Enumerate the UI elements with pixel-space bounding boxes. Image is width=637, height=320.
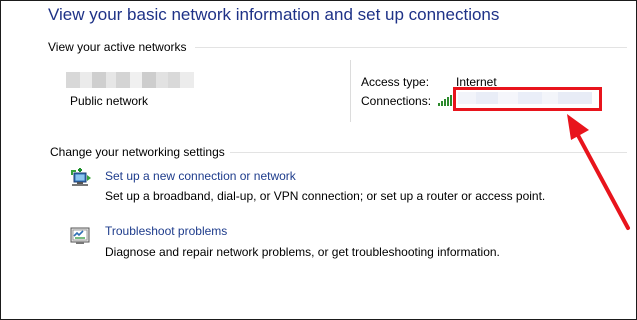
annotation-highlight-box — [453, 87, 602, 111]
troubleshoot-icon — [68, 224, 92, 248]
networking-settings-heading: Change your networking settings — [50, 145, 225, 159]
wifi-signal-icon — [438, 95, 452, 106]
network-category: Public network — [70, 94, 149, 108]
connections-label: Connections: — [361, 94, 432, 108]
troubleshoot-link[interactable]: Troubleshoot problems — [105, 224, 227, 238]
troubleshoot-description: Diagnose and repair network problems, or… — [105, 245, 500, 259]
vertical-divider — [350, 60, 351, 122]
setup-connection-description: Set up a broadband, dial-up, or VPN conn… — [105, 189, 546, 203]
setup-connection-link[interactable]: Set up a new connection or network — [105, 169, 296, 183]
section-divider — [195, 47, 627, 48]
network-connection-icon — [68, 167, 92, 191]
active-networks-heading: View your active networks — [48, 40, 187, 54]
page-title: View your basic network information and … — [48, 5, 500, 24]
section-divider — [230, 152, 627, 153]
redacted-network-name — [66, 72, 194, 88]
access-type-label: Access type: — [361, 75, 430, 89]
